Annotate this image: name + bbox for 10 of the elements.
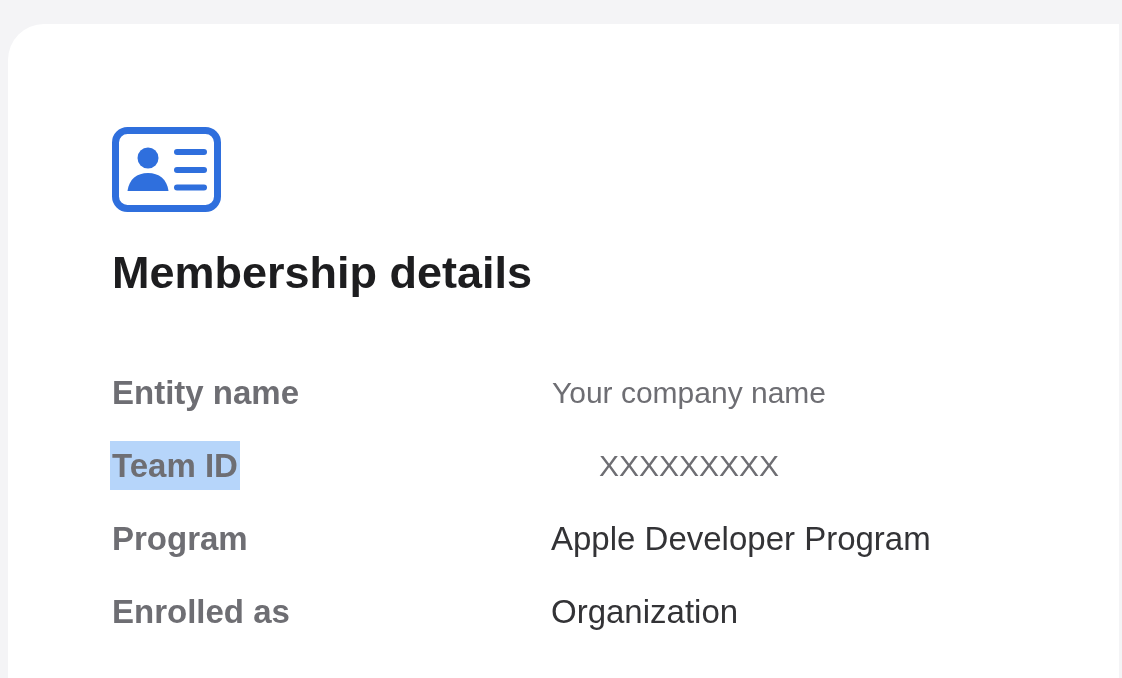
detail-value: Your company name (550, 375, 828, 411)
detail-value: Apple Developer Program (551, 519, 931, 559)
detail-value: XXXXXXXXX (597, 448, 781, 484)
section-title: Membership details (112, 247, 533, 299)
detail-value: Organization (551, 592, 739, 632)
detail-label: Program (111, 519, 249, 559)
detail-label: Enrolled as (111, 592, 291, 632)
id-card-icon (112, 127, 221, 212)
detail-label: Team ID (110, 441, 240, 490)
detail-label: Entity name (111, 373, 301, 413)
